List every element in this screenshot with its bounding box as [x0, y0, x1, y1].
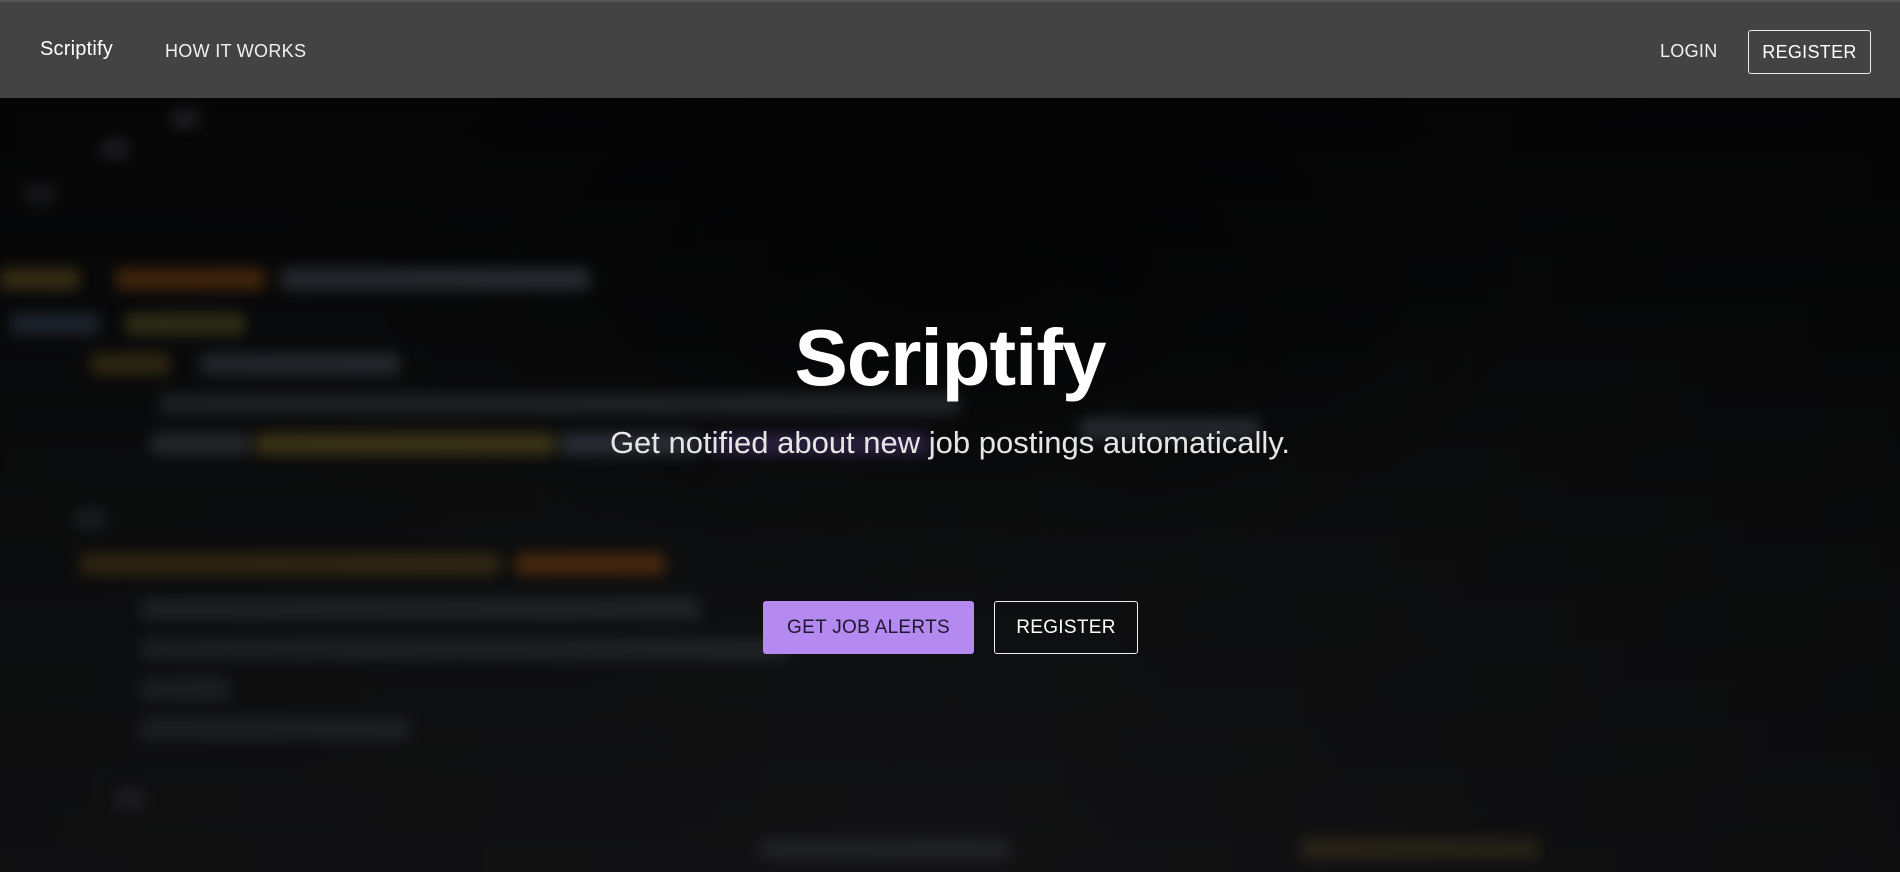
top-navbar: Scriptify HOW IT WORKS LOGIN REGISTER: [0, 0, 1900, 98]
get-job-alerts-button[interactable]: GET JOB ALERTS: [763, 601, 974, 654]
hero-subtitle: Get notified about new job postings auto…: [609, 425, 1291, 460]
nav-how-it-works-link[interactable]: HOW IT WORKS: [165, 41, 306, 62]
hero-overlay: [0, 98, 1900, 872]
nav-register-button[interactable]: REGISTER: [1748, 30, 1871, 74]
hero-section: [0, 98, 1900, 872]
hero-register-button[interactable]: REGISTER: [994, 601, 1138, 654]
hero-title: Scriptify: [794, 313, 1106, 402]
landing-page: Scriptify HOW IT WORKS LOGIN REGISTER Sc…: [0, 0, 1900, 872]
brand-logo-link[interactable]: Scriptify: [40, 38, 113, 61]
nav-login-link[interactable]: LOGIN: [1660, 41, 1718, 62]
